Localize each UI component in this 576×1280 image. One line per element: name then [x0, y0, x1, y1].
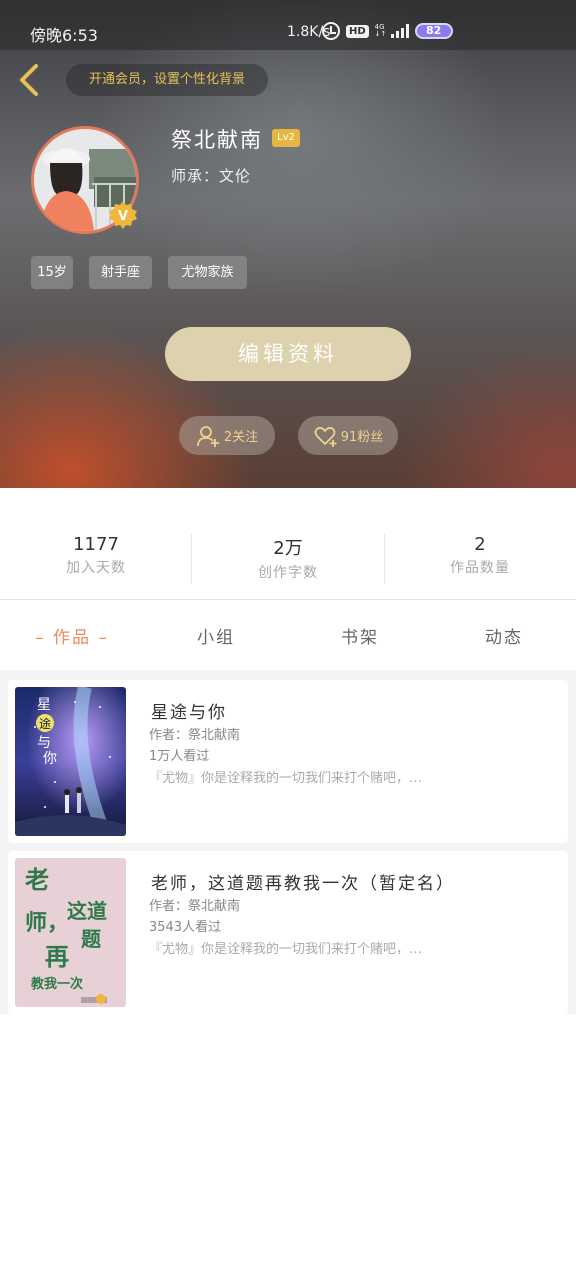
- book-title: 星途与你: [151, 703, 227, 723]
- 4g-icon: 4G ↓↑: [374, 23, 387, 38]
- tag-zodiac: 射手座: [89, 256, 152, 289]
- stat-label: 创作字数: [258, 565, 318, 581]
- book-title: 老师，这道题再教我一次（暂定名）: [151, 874, 455, 894]
- fans-label: 91粉丝: [340, 430, 384, 445]
- alarm-icon: [322, 22, 340, 40]
- book-description: 『尤物』你是诠释我的一切我们来打个赌吧，…: [149, 942, 423, 957]
- cover-text: 题: [81, 927, 102, 951]
- signal-icon: [390, 24, 409, 38]
- following-label: 2关注: [223, 430, 259, 445]
- cover-text: 星: [37, 697, 51, 713]
- username: 祭北献南: [171, 128, 263, 152]
- hd-icon: HD: [346, 24, 369, 38]
- status-bar: 傍晚6:53 1.8K/s HD 4G ↓↑ 82: [0, 0, 576, 50]
- back-button[interactable]: [14, 62, 48, 98]
- vip-badge-icon: V: [109, 201, 137, 229]
- mentor-info: 师承：文伦: [171, 167, 252, 185]
- book-list: 星 途 与 你 星途与你 作者：祭北献南 1万人看过 『尤物』你是诠释我的一切我…: [0, 670, 576, 1014]
- book-card[interactable]: 星 途 与 你 星途与你 作者：祭北献南 1万人看过 『尤物』你是诠释我的一切我…: [8, 680, 568, 843]
- tab-bookshelf[interactable]: 书架: [288, 623, 432, 648]
- cover-text: 这道: [67, 899, 107, 923]
- tab-works[interactable]: – 作品 –: [0, 623, 144, 648]
- user-add-icon: [196, 425, 219, 447]
- stat-days-joined: 1177 加入天数: [0, 534, 192, 577]
- profile-tabs: – 作品 – 小组 书架 动态: [0, 601, 576, 669]
- heart-icon: [314, 426, 337, 447]
- book-card[interactable]: 老 师， 这道 再 题 教我一次 老师，这道题再教我一次（暂定名） 作者：祭北献…: [8, 851, 568, 1014]
- tab-activity[interactable]: 动态: [432, 623, 576, 648]
- stats-row: 1177 加入天数 2万 创作字数 2 作品数量: [0, 520, 576, 600]
- following-button[interactable]: 2关注: [179, 416, 275, 455]
- tag-age: 15岁: [31, 256, 73, 289]
- book-cover-image: 星 途 与 你: [15, 687, 126, 836]
- stat-word-count: 2万 创作字数: [192, 534, 384, 582]
- fans-button[interactable]: 91粉丝: [298, 416, 398, 455]
- chevron-left-icon: [20, 64, 38, 96]
- level-badge: Lv2: [272, 129, 300, 147]
- cover-text: 教我一次: [30, 976, 83, 992]
- book-description: 『尤物』你是诠释我的一切我们来打个赌吧，…: [149, 771, 423, 786]
- cover-text: 途: [39, 716, 51, 731]
- book-views: 1万人看过: [149, 749, 210, 764]
- tag-family[interactable]: 尤物家族: [168, 256, 247, 289]
- cover-text: 师，: [25, 910, 69, 936]
- tab-groups[interactable]: 小组: [144, 623, 288, 648]
- book-author: 作者：祭北献南: [149, 899, 241, 914]
- edit-profile-button[interactable]: 编辑资料: [165, 327, 411, 381]
- cover-text: 再: [45, 942, 69, 971]
- battery-icon: 82: [414, 23, 453, 39]
- book-views: 3543人看过: [149, 920, 222, 935]
- svg-text:V: V: [118, 209, 128, 224]
- status-icons: HD 4G ↓↑ 82: [322, 22, 453, 40]
- status-time: 傍晚6:53: [30, 26, 98, 45]
- cover-text: 老: [25, 865, 49, 894]
- book-cover-image: 老 师， 这道 再 题 教我一次: [15, 858, 126, 1007]
- stat-label: 加入天数: [66, 560, 126, 576]
- stat-value: 1177: [73, 534, 119, 555]
- stat-value: 2万: [273, 538, 303, 559]
- stat-works-count: 2 作品数量: [384, 534, 576, 577]
- stat-value: 2: [474, 534, 486, 555]
- cover-text: 与: [37, 735, 51, 751]
- book-author: 作者：祭北献南: [149, 728, 241, 743]
- vip-background-banner[interactable]: 开通会员，设置个性化背景: [66, 64, 268, 96]
- cover-text: 你: [43, 751, 57, 767]
- stat-label: 作品数量: [450, 560, 510, 576]
